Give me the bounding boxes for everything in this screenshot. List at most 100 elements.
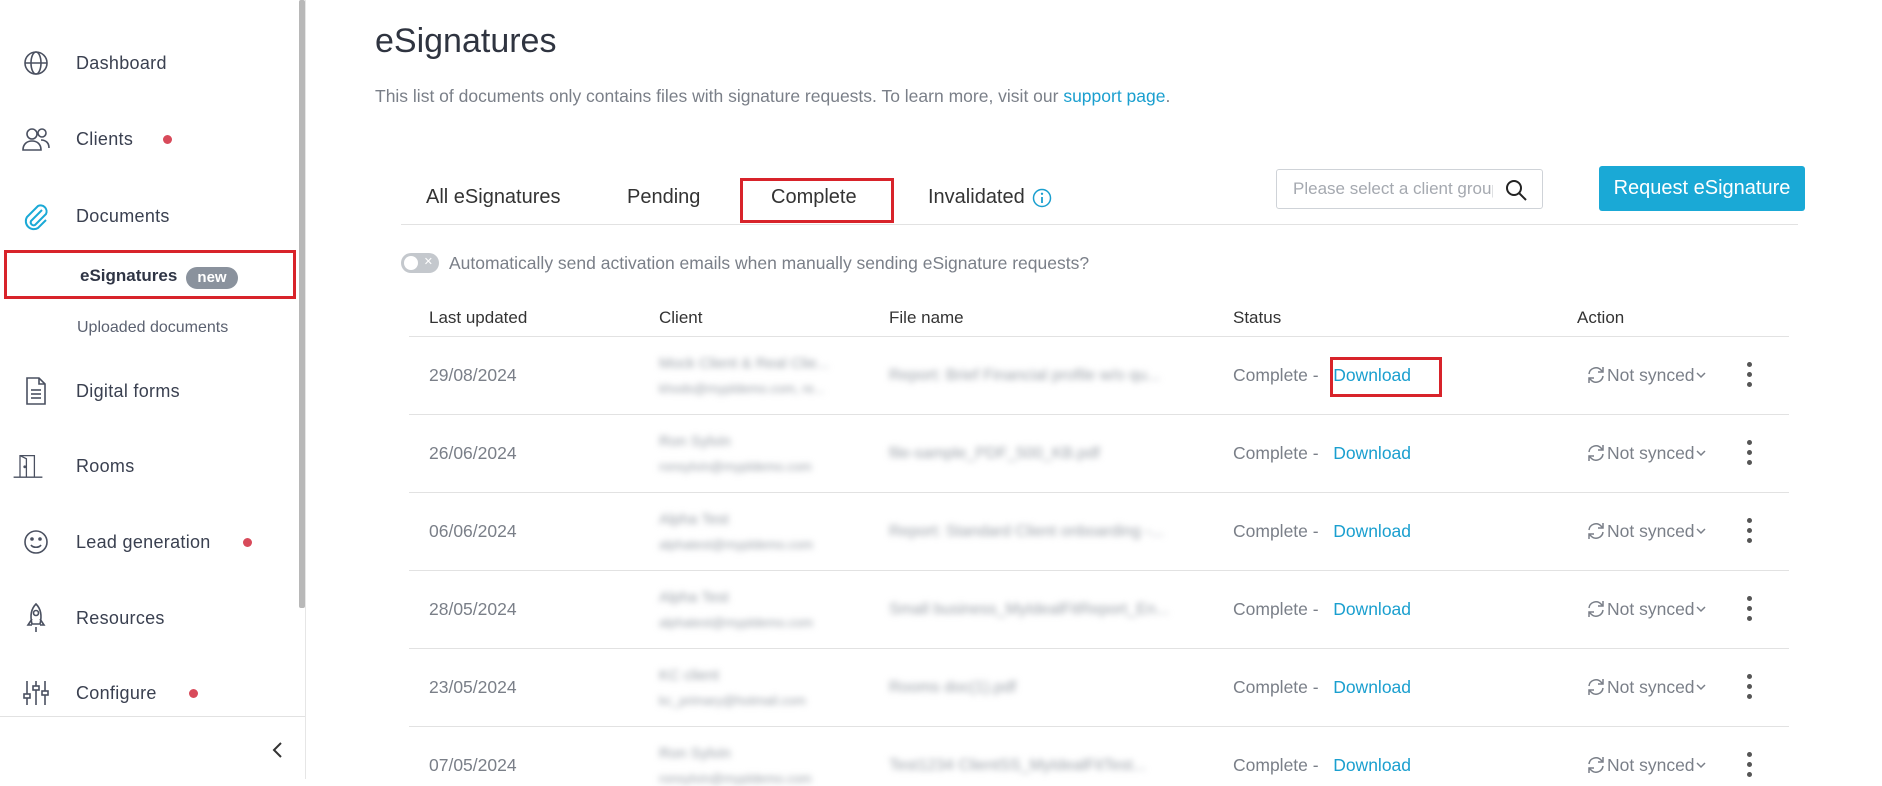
collapse-sidebar-button[interactable] xyxy=(268,738,288,762)
sync-status-dropdown[interactable]: Not synced xyxy=(1585,754,1707,776)
tab-invalidated[interactable]: Invalidated xyxy=(928,186,1052,209)
sidebar-scrollbar[interactable] xyxy=(299,0,305,608)
rocket-icon xyxy=(20,602,52,634)
document-icon xyxy=(20,375,52,407)
row-more-options-icon[interactable] xyxy=(1741,437,1757,467)
download-link[interactable]: Download xyxy=(1333,443,1411,463)
row-more-options-icon[interactable] xyxy=(1741,749,1757,779)
column-header-last-updated[interactable]: Last updated xyxy=(429,308,527,328)
table-row[interactable]: 06/06/2024 Alpha Test alphatest@mypldemo… xyxy=(409,493,1789,571)
notification-dot xyxy=(189,689,198,698)
client-group-search-input[interactable] xyxy=(1291,178,1495,200)
door-icon xyxy=(12,450,44,482)
sidebar-item-clients[interactable]: Clients xyxy=(0,119,290,159)
activation-email-toggle[interactable]: ✕ xyxy=(401,253,439,273)
client-name-cell: Ron Sylvin xyxy=(659,745,731,762)
date-cell: 23/05/2024 xyxy=(429,677,517,697)
sidebar-item-rooms[interactable]: Rooms xyxy=(0,446,290,486)
sidebar-item-label: Digital forms xyxy=(76,380,180,401)
sidebar-divider xyxy=(0,716,305,717)
download-link[interactable]: Download xyxy=(1333,677,1411,697)
table-row[interactable]: 29/08/2024 Mock Client & Real Clie... kh… xyxy=(409,337,1789,415)
sidebar-item-digital-forms[interactable]: Digital forms xyxy=(0,371,290,411)
file-name-cell[interactable]: Report: Brief Financial profile w/o qu..… xyxy=(889,367,1160,385)
file-name-cell[interactable]: Report: Standard Client onboarding -... xyxy=(889,523,1164,541)
info-icon[interactable] xyxy=(1032,188,1052,208)
column-header-status[interactable]: Status xyxy=(1233,308,1281,328)
status-cell: Complete - Download xyxy=(1233,521,1412,541)
support-page-link[interactable]: support page xyxy=(1063,86,1165,106)
date-cell: 06/06/2024 xyxy=(429,521,517,541)
new-badge: new xyxy=(186,267,238,289)
sync-icon xyxy=(1588,601,1604,617)
sidebar-item-label: Configure xyxy=(76,682,157,703)
download-link[interactable]: Download xyxy=(1333,521,1411,541)
client-email-cell: kc_primary@hotmail.com xyxy=(659,693,806,708)
sync-status-dropdown[interactable]: Not synced xyxy=(1585,676,1707,698)
sidebar-subitem-uploaded-documents[interactable]: Uploaded documents xyxy=(77,319,228,337)
notification-dot xyxy=(243,538,252,547)
toggle-off-icon: ✕ xyxy=(423,256,433,268)
chevron-down-icon xyxy=(1696,762,1706,769)
table-header: Last updated Client File name Status Act… xyxy=(409,298,1789,337)
client-name-cell: Mock Client & Real Clie... xyxy=(659,355,830,372)
request-esignature-button[interactable]: Request eSignature xyxy=(1599,166,1805,211)
client-name-cell: Alpha Test xyxy=(659,511,729,528)
sync-icon xyxy=(1588,757,1604,773)
sync-icon xyxy=(1588,367,1604,383)
status-cell: Complete - Download xyxy=(1233,443,1412,463)
table-row[interactable]: 23/05/2024 KC client kc_primary@hotmail.… xyxy=(409,649,1789,727)
sync-icon xyxy=(1588,679,1604,695)
date-cell: 07/05/2024 xyxy=(429,755,517,775)
client-name-cell: Alpha Test xyxy=(659,589,729,606)
download-link[interactable]: Download xyxy=(1333,755,1411,775)
file-name-cell[interactable]: file-sample_PDF_500_KB.pdf xyxy=(889,445,1100,463)
search-icon[interactable] xyxy=(1504,178,1528,202)
file-name-cell[interactable]: Test1234 ClientSS_MyIdealFitTest... xyxy=(889,757,1146,775)
sidebar-item-label: Rooms xyxy=(76,455,135,476)
smiley-icon xyxy=(20,526,52,558)
sync-status-dropdown[interactable]: Not synced xyxy=(1585,598,1707,620)
toggle-label: Automatically send activation emails whe… xyxy=(449,252,1090,273)
sync-icon xyxy=(1588,445,1604,461)
tab-bar: All eSignatures Pending Complete Invalid… xyxy=(401,164,1798,225)
sidebar-item-label: Documents xyxy=(76,205,170,226)
sync-status-dropdown[interactable]: Not synced xyxy=(1585,364,1707,386)
row-more-options-icon[interactable] xyxy=(1741,515,1757,545)
users-icon xyxy=(20,123,52,155)
row-more-options-icon[interactable] xyxy=(1741,359,1757,389)
chevron-down-icon xyxy=(1696,606,1706,613)
client-email-cell: alphatest@mypldemo.com xyxy=(659,537,814,552)
sidebar-item-lead-generation[interactable]: Lead generation xyxy=(0,522,290,562)
sync-icon xyxy=(1588,523,1604,539)
column-header-client[interactable]: Client xyxy=(659,308,702,328)
table-row[interactable]: 07/05/2024 Ron Sylvin ronsylvin@mypldemo… xyxy=(409,727,1789,786)
download-link[interactable]: Download xyxy=(1333,599,1411,619)
globe-icon xyxy=(20,47,52,79)
client-name-cell: KC client xyxy=(659,667,720,684)
date-cell: 29/08/2024 xyxy=(429,365,517,385)
status-cell: Complete - Download xyxy=(1233,755,1412,775)
row-more-options-icon[interactable] xyxy=(1741,671,1757,701)
file-name-cell[interactable]: Rooms doc(1).pdf xyxy=(889,679,1016,697)
sidebar-item-documents[interactable]: Documents xyxy=(0,196,290,236)
intro-text: This list of documents only contains fil… xyxy=(375,86,1171,106)
client-group-search[interactable] xyxy=(1276,169,1543,209)
row-more-options-icon[interactable] xyxy=(1741,593,1757,623)
activation-email-setting: ✕ Automatically send activation emails w… xyxy=(401,250,1089,276)
column-header-file-name[interactable]: File name xyxy=(889,308,964,328)
sidebar-subitem-esignatures[interactable]: eSignatures new xyxy=(4,250,296,299)
tab-pending[interactable]: Pending xyxy=(627,186,700,209)
sidebar-item-configure[interactable]: Configure xyxy=(0,673,290,713)
sync-status-dropdown[interactable]: Not synced xyxy=(1585,442,1707,464)
column-header-action: Action xyxy=(1577,308,1625,327)
table-row[interactable]: 26/06/2024 Ron Sylvin ronsylvin@mypldemo… xyxy=(409,415,1789,493)
sync-status-dropdown[interactable]: Not synced xyxy=(1585,520,1707,542)
tab-all-esignatures[interactable]: All eSignatures xyxy=(426,186,561,209)
chevron-down-icon xyxy=(1696,528,1706,535)
chevron-down-icon xyxy=(1696,450,1706,457)
sidebar-item-dashboard[interactable]: Dashboard xyxy=(0,43,290,83)
file-name-cell[interactable]: Small business_MyIdealFitReport_En... xyxy=(889,601,1169,619)
table-row[interactable]: 28/05/2024 Alpha Test alphatest@mypldemo… xyxy=(409,571,1789,649)
sidebar-item-resources[interactable]: Resources xyxy=(0,598,290,638)
